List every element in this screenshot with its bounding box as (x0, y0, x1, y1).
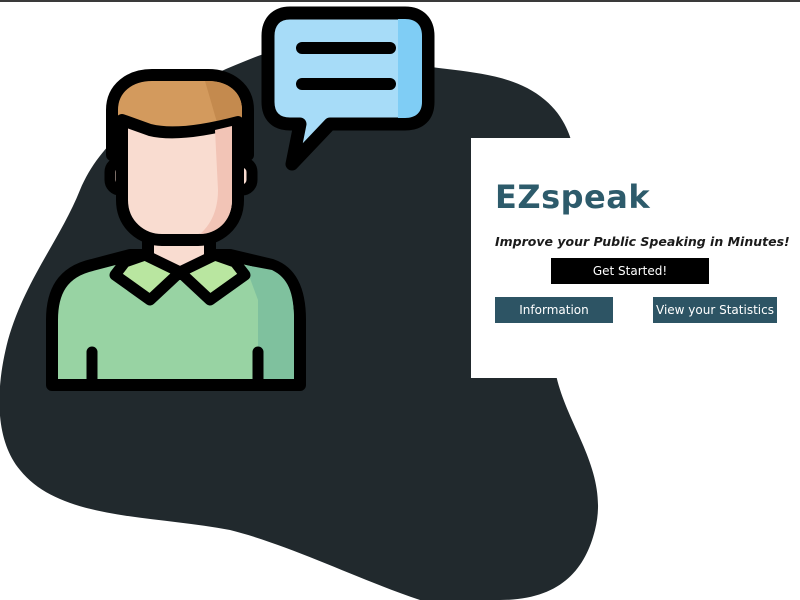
brand-title: EZspeak (495, 178, 651, 216)
tagline: Improve your Public Speaking in Minutes! (495, 234, 790, 249)
information-button[interactable]: Information (495, 297, 613, 323)
view-statistics-button[interactable]: View your Statistics (653, 297, 777, 323)
get-started-button[interactable]: Get Started! (551, 258, 709, 284)
hero-panel: EZspeak Improve your Public Speaking in … (471, 138, 800, 378)
